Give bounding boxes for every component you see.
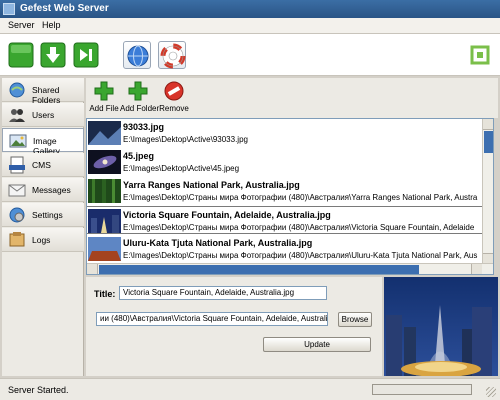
path-input[interactable]: ии (480)\Австралия\Victoria Square Fount… xyxy=(96,312,328,326)
item-name: 45.jpeg xyxy=(123,151,155,161)
help-button[interactable] xyxy=(158,41,186,69)
users-icon xyxy=(9,109,25,122)
scroll-right-icon[interactable] xyxy=(471,264,482,274)
web-button[interactable] xyxy=(123,41,151,69)
image-thumbnail xyxy=(88,179,121,203)
title-label: Title: xyxy=(94,289,116,299)
html-document-icon xyxy=(9,156,25,174)
vertical-scrollbar[interactable] xyxy=(482,119,493,264)
sidebar-item-label: Settings xyxy=(32,210,63,220)
globe-folder-icon xyxy=(9,82,25,98)
list-item[interactable]: 93033.jpg E:\Images\Dektop\Active\93033.… xyxy=(87,119,483,147)
gefest-logo-icon xyxy=(470,45,490,65)
fountain-preview-image xyxy=(384,277,498,376)
green-square-icon xyxy=(8,42,34,68)
add-folder-label: Add Folder xyxy=(120,104,160,113)
start-button[interactable] xyxy=(7,41,35,69)
scroll-up-icon[interactable] xyxy=(483,119,493,130)
no-entry-icon xyxy=(164,81,184,101)
sidebar: Shared Folders Users Image Gallery CMS M… xyxy=(2,78,84,376)
item-path: E:\Images\Dektop\Страны мира Фотографии … xyxy=(123,251,478,260)
status-progress-bar xyxy=(372,384,472,395)
image-thumbnail xyxy=(88,150,121,174)
menu-bar: Server Help xyxy=(0,18,500,34)
sidebar-item-image-gallery[interactable]: Image Gallery xyxy=(2,128,84,156)
plus-icon xyxy=(94,81,114,101)
sidebar-item-shared-folders[interactable]: Shared Folders xyxy=(2,78,84,105)
plus-icon xyxy=(128,81,148,101)
image-thumbnail xyxy=(88,237,121,261)
scroll-left-icon[interactable] xyxy=(87,264,98,274)
list-item[interactable]: 45.jpeg E:\Images\Dektop\Active\45.jpeg xyxy=(87,148,483,176)
sidebar-item-logs[interactable]: Logs xyxy=(2,228,84,252)
status-bar: Server Started. xyxy=(0,378,500,400)
remove-label: Remove xyxy=(159,104,189,113)
lifebuoy-help-icon xyxy=(160,43,186,69)
browse-button[interactable]: Browse xyxy=(338,312,372,327)
title-input[interactable]: Victoria Square Fountain, Adelaide, Aust… xyxy=(119,286,327,300)
sidebar-item-label: Messages xyxy=(32,185,71,195)
list-item-selected[interactable]: Victoria Square Fountain, Adelaide, Aust… xyxy=(87,206,483,234)
image-thumbnail xyxy=(88,209,121,233)
gallery-actions: Add File Add Folder Remove xyxy=(86,78,498,118)
menu-help[interactable]: Help xyxy=(42,20,61,30)
globe-icon xyxy=(127,45,149,67)
play-next-icon xyxy=(73,42,99,68)
envelope-icon xyxy=(8,184,26,197)
resize-grip-icon[interactable] xyxy=(486,387,496,397)
status-text: Server Started. xyxy=(8,385,69,395)
image-preview xyxy=(384,277,498,376)
sidebar-item-label: Users xyxy=(32,110,55,120)
item-name: Victoria Square Fountain, Adelaide, Aust… xyxy=(123,210,331,220)
image-thumbnail xyxy=(88,121,121,145)
add-file-button[interactable]: Add File xyxy=(86,81,122,115)
remove-button[interactable]: Remove xyxy=(156,81,192,115)
window-title: Gefest Web Server xyxy=(20,3,109,14)
sidebar-item-messages[interactable]: Messages xyxy=(2,178,84,202)
logs-icon xyxy=(9,232,25,247)
item-path: E:\Images\Dektop\Active\93033.jpg xyxy=(123,135,248,144)
list-item[interactable]: Yarra Ranges National Park, Australia.jp… xyxy=(87,177,483,205)
download-button[interactable] xyxy=(39,41,67,69)
play-next-button[interactable] xyxy=(72,41,100,69)
add-folder-button[interactable]: Add Folder xyxy=(120,81,160,115)
app-icon xyxy=(3,3,15,15)
toolbar xyxy=(0,34,500,76)
sidebar-item-label: Shared Folders xyxy=(32,85,61,105)
item-path: E:\Images\Dektop\Страны мира Фотографии … xyxy=(123,223,475,232)
sidebar-item-cms[interactable]: CMS xyxy=(2,153,84,177)
item-name: Uluru-Kata Tjuta National Park, Australi… xyxy=(123,238,313,248)
title-bar: Gefest Web Server xyxy=(0,0,500,18)
item-path: E:\Images\Dektop\Active\45.jpeg xyxy=(123,164,240,173)
add-file-label: Add File xyxy=(89,104,119,113)
settings-globe-icon xyxy=(9,207,25,223)
update-button[interactable]: Update xyxy=(263,337,371,352)
item-path: E:\Images\Dektop\Страны мира Фотографии … xyxy=(123,193,478,202)
sidebar-item-label: Logs xyxy=(32,235,51,245)
scroll-thumb[interactable] xyxy=(484,131,493,153)
menu-server[interactable]: Server xyxy=(8,20,35,30)
item-name: 93033.jpg xyxy=(123,122,165,132)
scroll-thumb[interactable] xyxy=(99,265,419,274)
sidebar-item-label: CMS xyxy=(32,160,51,170)
image-detail-panel: Title: Victoria Square Fountain, Adelaid… xyxy=(86,277,382,376)
sidebar-item-settings[interactable]: Settings xyxy=(2,203,84,227)
sidebar-item-users[interactable]: Users xyxy=(2,103,84,127)
item-name: Yarra Ranges National Park, Australia.jp… xyxy=(123,180,300,190)
list-item[interactable]: Uluru-Kata Tjuta National Park, Australi… xyxy=(87,235,483,263)
image-gallery-icon xyxy=(9,134,27,148)
horizontal-scrollbar[interactable] xyxy=(87,263,493,274)
download-arrow-icon xyxy=(40,42,66,68)
app-logo xyxy=(466,41,494,69)
image-list: 93033.jpg E:\Images\Dektop\Active\93033.… xyxy=(86,118,494,275)
